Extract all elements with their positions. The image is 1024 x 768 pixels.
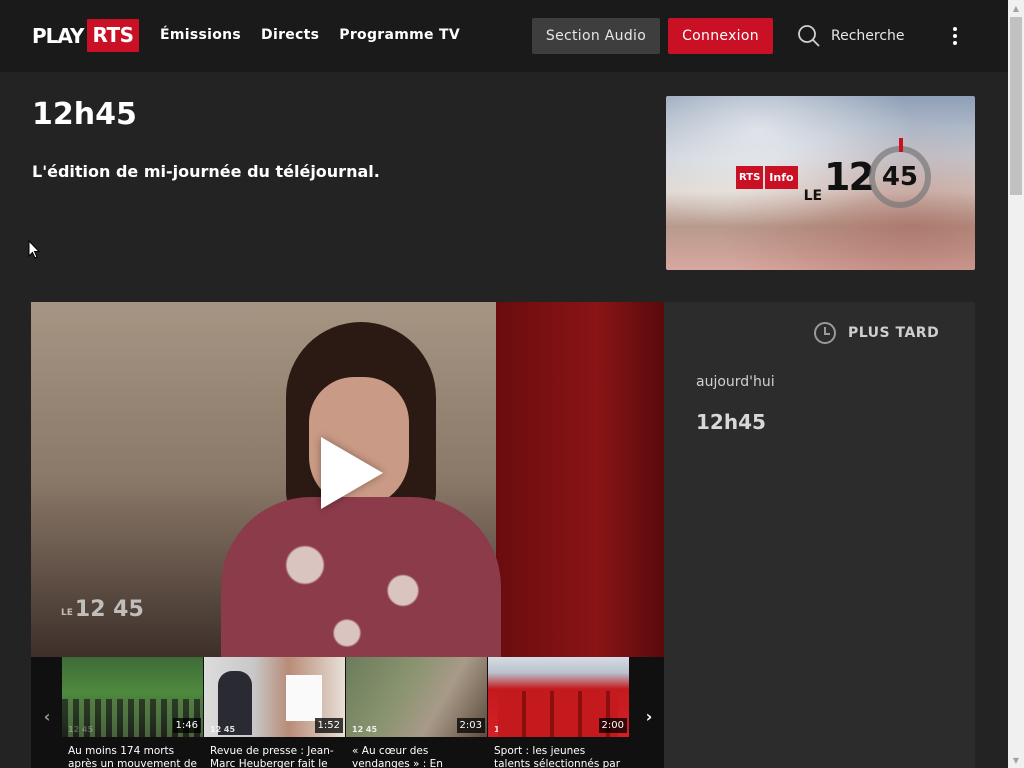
video-card[interactable]: 12 45 1:52 Revue de presse : Jean-Marc H… (204, 657, 345, 768)
video-caption: « Au cœur des vendanges » : En Suisse, d… (352, 745, 443, 768)
show-description: L'édition de mi-journée du téléjournal. (32, 162, 380, 181)
video-card[interactable]: 12 45 2:03 « Au cœur des vendanges » : E… (346, 657, 487, 768)
clock-icon (814, 322, 836, 344)
login-button[interactable]: Connexion (668, 18, 773, 54)
audio-section-button[interactable]: Section Audio (532, 18, 660, 54)
later-label: PLUS TARD (848, 325, 940, 341)
video-player[interactable]: LE 12 45 (31, 302, 664, 657)
schedule-panel: PLUS TARD aujourd'hui 12h45 (664, 302, 975, 768)
nav-emissions[interactable]: Émissions (160, 27, 241, 43)
video-card[interactable]: 12 45 2:00 Sport : les jeunes talents sé… (488, 657, 629, 768)
video-caption: Au moins 174 morts après un mouvement de… (68, 745, 198, 768)
later-header: PLUS TARD (814, 322, 939, 344)
player-section: LE 12 45 PLUS TARD aujourd'hui 12h45 ‹ 1… (31, 302, 975, 768)
video-caption: Sport : les jeunes talents sélectionnés … (494, 745, 621, 768)
duration-badge: 2:03 (456, 718, 485, 733)
top-header: PLAY RTS Émissions Directs Programme TV … (0, 0, 1008, 72)
scroll-up-arrow-icon[interactable]: ▲ (1008, 0, 1024, 16)
play-icon[interactable] (321, 437, 383, 509)
more-options-icon[interactable] (945, 24, 965, 48)
search-icon (797, 24, 821, 48)
carousel-next-chevron-icon[interactable]: › (639, 707, 659, 726)
schedule-day: aujourd'hui (696, 374, 775, 390)
logo-rts-badge: RTS (87, 19, 139, 52)
duration-badge: 1:52 (314, 718, 343, 733)
play-rts-logo[interactable]: PLAY RTS (32, 19, 139, 52)
video-card[interactable]: 12 45 1:46 Au moins 174 morts après un m… (62, 657, 203, 768)
main-nav: Émissions Directs Programme TV (160, 27, 460, 43)
search-label: Recherche (831, 28, 905, 44)
scroll-down-arrow-icon[interactable]: ▼ (1008, 752, 1024, 768)
scrollbar-thumb[interactable] (1010, 17, 1022, 195)
show-watermark: LE 12 45 (61, 597, 144, 622)
le-12h45-logo: RTS Info LE 12 45 (736, 138, 931, 208)
related-videos-carousel: ‹ 12 45 1:46 Au moins 174 morts après un… (31, 657, 664, 768)
schedule-item-title[interactable]: 12h45 (696, 410, 766, 434)
duration-badge: 2:00 (598, 718, 627, 733)
page-scrollbar[interactable]: ▲ ▼ (1008, 0, 1024, 768)
page-title: 12h45 (32, 97, 137, 132)
show-artwork: RTS Info LE 12 45 (666, 96, 975, 270)
nav-directs[interactable]: Directs (261, 27, 319, 43)
carousel-prev-chevron-icon[interactable]: ‹ (37, 707, 57, 726)
logo-play-text: PLAY (32, 23, 84, 48)
search-button[interactable]: Recherche (797, 24, 905, 48)
video-caption: Revue de presse : Jean-Marc Heuberger fa… (210, 745, 334, 768)
mouse-cursor (28, 239, 41, 263)
nav-programme-tv[interactable]: Programme TV (339, 27, 460, 43)
duration-badge: 1:46 (172, 718, 201, 733)
